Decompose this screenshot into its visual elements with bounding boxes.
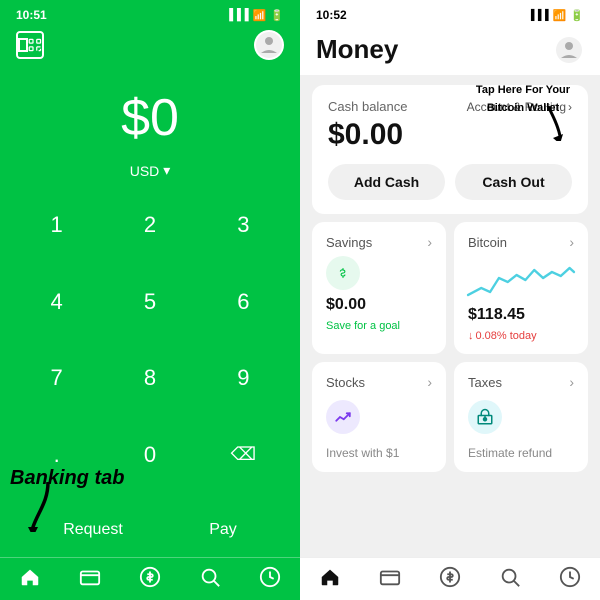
taxes-sub: Estimate refund [468, 446, 574, 460]
taxes-label: Taxes [468, 375, 502, 390]
left-panel: 10:51 ▐▐▐ 📶 🔋 [0, 0, 300, 600]
numpad-2[interactable]: 2 [103, 199, 196, 251]
nav-home-icon[interactable] [19, 566, 41, 588]
avatar-icon[interactable] [254, 30, 284, 60]
taxes-chevron-icon: › [569, 374, 574, 390]
left-nav-bar [0, 557, 300, 600]
nav-card-icon[interactable] [79, 566, 101, 588]
pay-button[interactable]: Pay [179, 513, 267, 547]
numpad-backspace[interactable]: ⌫ [197, 429, 290, 481]
right-signal-icon: ▐▐▐ [527, 10, 548, 21]
account-routing-link[interactable]: Account & Routing › [467, 100, 572, 114]
left-time: 10:51 [16, 8, 47, 22]
bitcoin-sub: ↓ 0.08% today [468, 330, 574, 342]
right-nav-clock[interactable] [559, 566, 581, 588]
savings-bitcoin-grid: Savings › $0.00 Save for a goal Bitcoin … [312, 222, 588, 354]
numpad-4[interactable]: 4 [10, 276, 103, 328]
nav-search-icon[interactable] [199, 566, 221, 588]
taxes-icon [468, 400, 502, 434]
bitcoin-label: Bitcoin [468, 235, 507, 250]
numpad-6[interactable]: 6 [197, 276, 290, 328]
stocks-taxes-grid: Stocks › Invest with $1 Taxes › [312, 362, 588, 472]
right-nav-search[interactable] [499, 566, 521, 588]
stocks-label: Stocks [326, 375, 365, 390]
cash-balance-card: Cash balance Account & Routing › $0.00 A… [312, 85, 588, 214]
cash-amount: $0.00 [328, 118, 572, 152]
savings-amount: $0.00 [326, 296, 432, 314]
numpad-5[interactable]: 5 [103, 276, 196, 328]
bitcoin-amount: $118.45 [468, 306, 574, 324]
taxes-card[interactable]: Taxes › Estimate refund [454, 362, 588, 472]
right-time: 10:52 [316, 8, 347, 22]
right-status-icons: ▐▐▐ 📶 🔋 [527, 9, 584, 22]
right-nav-home[interactable] [319, 566, 341, 588]
cash-buttons: Add Cash Cash Out [328, 164, 572, 200]
banking-arrow [28, 482, 68, 540]
savings-sub: Save for a goal [326, 320, 432, 332]
stocks-sub: Invest with $1 [326, 446, 432, 460]
currency-selector[interactable]: USD ▾ [0, 158, 300, 199]
numpad-1[interactable]: 1 [10, 199, 103, 251]
cash-out-button[interactable]: Cash Out [455, 164, 572, 200]
right-content: Cash balance Account & Routing › $0.00 A… [300, 75, 600, 557]
right-battery-icon: 🔋 [570, 9, 584, 22]
stocks-icon [326, 400, 360, 434]
taxes-header: Taxes › [468, 374, 574, 390]
savings-icon [326, 256, 360, 290]
stocks-chevron-icon: › [427, 374, 432, 390]
bitcoin-chevron-icon: › [569, 234, 574, 250]
right-wifi-icon: 📶 [553, 9, 567, 22]
bitcoin-card-header: Bitcoin › [468, 234, 574, 250]
scan-icon[interactable] [16, 31, 44, 59]
wifi-icon: 📶 [253, 9, 267, 22]
numpad-3[interactable]: 3 [197, 199, 290, 251]
currency-label: USD [130, 163, 160, 179]
right-nav-bar [300, 557, 600, 600]
bitcoin-chart [468, 260, 574, 300]
nav-clock-icon[interactable] [259, 566, 281, 588]
amount-display: $0 [0, 68, 300, 158]
bitcoin-card[interactable]: Bitcoin › $118.45 ↓ 0.08% today [454, 222, 588, 354]
right-header: Money [300, 26, 600, 75]
numpad-7[interactable]: 7 [10, 352, 103, 404]
right-status-bar: 10:52 ▐▐▐ 📶 🔋 [300, 0, 600, 26]
page-title: Money [316, 34, 398, 65]
numpad-8[interactable]: 8 [103, 352, 196, 404]
add-cash-button[interactable]: Add Cash [328, 164, 445, 200]
right-panel: 10:52 ▐▐▐ 📶 🔋 Money Cash balance Account… [300, 0, 600, 600]
right-nav-dollar[interactable] [439, 566, 461, 588]
left-status-icons: ▐▐▐ 📶 🔋 [225, 9, 284, 22]
stocks-header: Stocks › [326, 374, 432, 390]
chevron-right-icon: › [568, 100, 572, 114]
cash-balance-top: Cash balance Account & Routing › [328, 99, 572, 114]
right-avatar-icon[interactable] [554, 35, 584, 65]
nav-dollar-icon[interactable] [139, 566, 161, 588]
battery-icon: 🔋 [270, 9, 284, 22]
savings-card[interactable]: Savings › $0.00 Save for a goal [312, 222, 446, 354]
currency-chevron: ▾ [163, 162, 170, 179]
numpad: 1 2 3 4 5 6 7 8 9 . 0 ⌫ [0, 199, 300, 505]
savings-label: Savings [326, 235, 372, 250]
right-nav-card[interactable] [379, 566, 401, 588]
savings-chevron-icon: › [427, 234, 432, 250]
savings-card-header: Savings › [326, 234, 432, 250]
numpad-9[interactable]: 9 [197, 352, 290, 404]
signal-icon: ▐▐▐ [225, 9, 248, 21]
left-top-icons [0, 26, 300, 68]
cash-balance-label: Cash balance [328, 99, 408, 114]
left-status-bar: 10:51 ▐▐▐ 📶 🔋 [0, 0, 300, 26]
stocks-card[interactable]: Stocks › Invest with $1 [312, 362, 446, 472]
down-arrow-icon: ↓ [468, 330, 474, 342]
